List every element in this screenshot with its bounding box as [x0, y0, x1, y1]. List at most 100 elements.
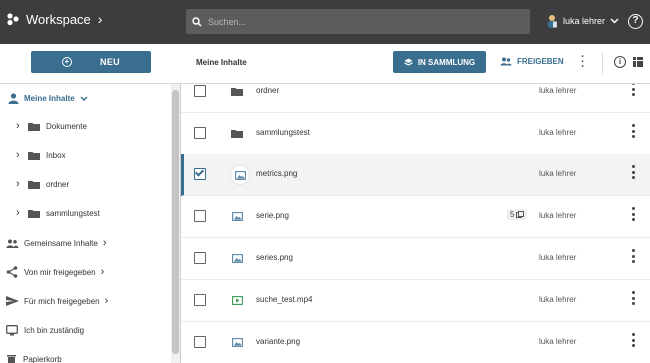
avatar	[547, 15, 557, 28]
chevron-right-icon: ›	[104, 295, 109, 307]
versions-badge[interactable]: 5	[507, 209, 528, 220]
row-checkbox[interactable]	[194, 336, 206, 348]
row-more-options-icon[interactable]	[632, 291, 635, 305]
sidebar-folder-dokumente[interactable]: › Dokumente	[16, 120, 180, 132]
list-item[interactable]: ordner luka lehrer	[181, 84, 650, 113]
app-title: Workspace	[26, 11, 91, 27]
share-button-label: FREIGEBEN	[517, 57, 564, 66]
list-item-selected[interactable]: metrics.png luka lehrer	[181, 154, 650, 196]
sidebar: Meine Inhalte › Dokumente › Inbox › ordn…	[0, 84, 181, 363]
top-bar: Workspace › luka lehrer ?	[0, 0, 650, 44]
folder-icon	[28, 151, 40, 160]
row-checkbox[interactable]	[194, 210, 206, 222]
file-name[interactable]: variante.png	[256, 337, 300, 346]
sidebar-scrollbar-thumb[interactable]	[172, 90, 179, 354]
workspace-menu[interactable]: Workspace ›	[6, 11, 102, 27]
chevron-right-icon: ›	[97, 11, 103, 27]
sidebar-item-my-content[interactable]: Meine Inhalte	[8, 93, 180, 104]
file-name[interactable]: metrics.png	[256, 169, 297, 178]
monitor-icon	[6, 325, 18, 336]
user-name: luka lehrer	[563, 16, 606, 26]
file-name[interactable]: sammlungstest	[256, 128, 310, 137]
sidebar-item-label: Dokumente	[46, 121, 87, 131]
folder-icon	[28, 122, 40, 131]
row-checkbox[interactable]	[194, 127, 206, 139]
sidebar-item-responsible[interactable]: Ich bin zuständig	[6, 325, 178, 336]
people-icon	[500, 57, 512, 66]
file-owner: luka lehrer	[539, 86, 577, 95]
sidebar-item-label: sammlungstest	[46, 208, 100, 218]
image-file-icon	[230, 335, 244, 349]
list-item[interactable]: serie.png 5 luka lehrer	[181, 196, 650, 238]
search-icon	[192, 16, 202, 27]
sidebar-item-shared-with-me[interactable]: Für mich freigegeben ›	[6, 295, 178, 307]
row-checkbox[interactable]	[194, 85, 206, 97]
sidebar-folder-inbox[interactable]: › Inbox	[16, 149, 180, 161]
folder-icon	[28, 180, 40, 189]
row-more-options-icon[interactable]	[632, 124, 635, 138]
folder-icon	[230, 126, 244, 140]
new-button[interactable]: + NEU	[31, 51, 151, 73]
file-owner: luka lehrer	[539, 211, 577, 220]
search-input[interactable]	[208, 16, 508, 27]
chevron-right-icon: ›	[16, 120, 20, 132]
row-more-options-icon[interactable]	[632, 249, 635, 263]
grid-view-icon[interactable]	[633, 57, 643, 67]
sidebar-item-label: Meine Inhalte	[24, 94, 75, 103]
image-file-icon	[230, 209, 244, 223]
chevron-right-icon: ›	[16, 178, 20, 190]
sidebar-item-shared-content[interactable]: Gemeinsame Inhalte ›	[6, 237, 178, 249]
file-name[interactable]: series.png	[256, 253, 293, 262]
image-file-icon	[230, 165, 250, 185]
sidebar-folder-ordner[interactable]: › ordner	[16, 178, 180, 190]
layers-icon	[404, 58, 413, 66]
list-item[interactable]: suche_test.mp4 luka lehrer	[181, 280, 650, 322]
file-owner: luka lehrer	[539, 295, 577, 304]
chevron-right-icon: ›	[16, 207, 20, 219]
file-name[interactable]: serie.png	[256, 211, 289, 220]
sidebar-item-trash[interactable]: Papierkorb	[6, 353, 178, 363]
chevron-down-icon	[80, 96, 88, 101]
row-more-options-icon[interactable]	[632, 333, 635, 347]
file-name[interactable]: ordner	[256, 86, 279, 95]
trash-icon	[7, 355, 16, 363]
sidebar-item-label: ordner	[46, 179, 70, 189]
versions-count: 5	[510, 210, 515, 219]
sidebar-folder-sammlungstest[interactable]: › sammlungstest	[16, 207, 180, 219]
sidebar-item-label: Ich bin zuständig	[24, 326, 85, 335]
row-checkbox[interactable]	[194, 252, 206, 264]
workspace-logo-icon	[7, 13, 19, 26]
file-name[interactable]: suche_test.mp4	[256, 295, 312, 304]
row-more-options-icon[interactable]	[632, 84, 635, 96]
row-checkbox[interactable]	[194, 167, 206, 180]
add-to-collection-button[interactable]: IN SAMMLUNG	[393, 51, 486, 73]
row-more-options-icon[interactable]	[632, 165, 635, 179]
search-bar[interactable]	[186, 9, 530, 34]
sidebar-item-label: Von mir freigegeben	[24, 267, 96, 277]
breadcrumb[interactable]: Meine Inhalte	[196, 58, 247, 67]
list-item[interactable]: variante.png luka lehrer	[181, 322, 650, 363]
file-owner: luka lehrer	[539, 128, 577, 137]
more-options-icon[interactable]: · · ·	[581, 52, 585, 73]
list-item[interactable]: series.png luka lehrer	[181, 238, 650, 280]
folder-icon	[28, 209, 40, 218]
chevron-right-icon: ›	[100, 266, 105, 278]
toolbar: + NEU Meine Inhalte IN SAMMLUNG FREIGEBE…	[0, 44, 650, 84]
chevron-right-icon: ›	[16, 149, 20, 161]
info-icon[interactable]: i	[614, 56, 626, 68]
collection-button-label: IN SAMMLUNG	[417, 57, 476, 67]
row-more-options-icon[interactable]	[632, 207, 635, 221]
user-menu[interactable]: luka lehrer	[546, 14, 619, 28]
file-owner: luka lehrer	[539, 169, 577, 178]
copy-icon	[516, 211, 525, 218]
help-icon[interactable]: ?	[628, 14, 643, 29]
sidebar-item-label: Inbox	[46, 150, 66, 160]
sidebar-item-shared-by-me[interactable]: Von mir freigegeben ›	[6, 266, 178, 278]
chevron-down-icon	[610, 18, 619, 24]
checkmark-icon	[194, 167, 205, 177]
video-file-icon	[230, 293, 244, 307]
sidebar-item-label: Für mich freigegeben	[24, 296, 100, 306]
list-item[interactable]: sammlungstest luka lehrer	[181, 113, 650, 155]
row-checkbox[interactable]	[194, 294, 206, 306]
share-button[interactable]: FREIGEBEN	[500, 57, 564, 66]
